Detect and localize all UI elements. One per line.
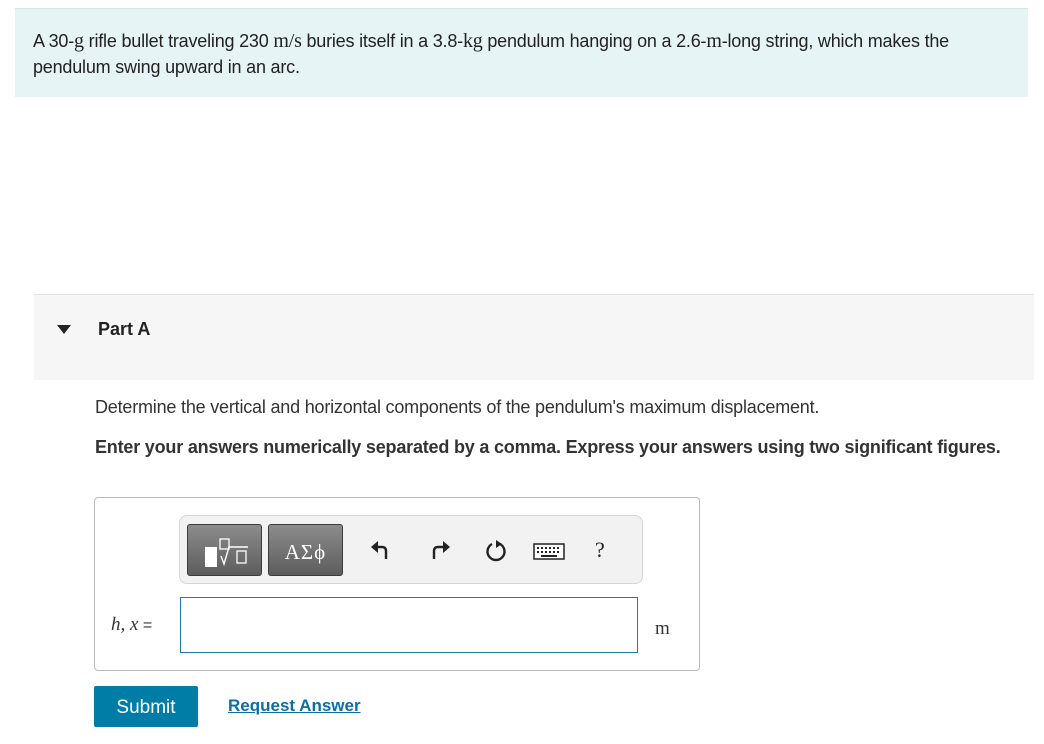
answer-variable-label: h, x =: [111, 614, 152, 636]
templates-icon: [205, 538, 248, 567]
keyboard-icon[interactable]: [532, 538, 566, 564]
question-text: Determine the vertical and horizontal co…: [95, 397, 820, 417]
problem-text-3: buries itself in a 3.8-: [301, 31, 463, 51]
answer-unit: m: [655, 618, 670, 639]
answer-instructions: Enter your answers numerically separated…: [95, 437, 1001, 457]
part-a-header[interactable]: Part A: [34, 294, 1034, 380]
undo-icon[interactable]: [368, 538, 394, 564]
request-answer-link[interactable]: Request Answer: [228, 696, 361, 716]
variable-names: h, x: [111, 614, 139, 635]
problem-text-1: A 30-: [33, 31, 75, 51]
problem-text-4: pendulum hanging on a 2.6-: [482, 31, 707, 51]
greek-symbols-button[interactable]: ΑΣϕ: [268, 524, 343, 576]
problem-statement: A 30-g rifle bullet traveling 230 m/s bu…: [15, 8, 1028, 97]
templates-button[interactable]: [187, 524, 262, 576]
redo-icon[interactable]: [427, 538, 453, 564]
collapse-caret-icon[interactable]: [57, 325, 71, 334]
answer-panel: ΑΣϕ ? h, x = m: [94, 497, 700, 671]
problem-text-2: rifle bullet traveling 230: [83, 31, 274, 51]
answer-input[interactable]: [180, 597, 638, 653]
greek-symbols-label: ΑΣϕ: [284, 540, 327, 564]
equals-sign: =: [138, 617, 153, 634]
unit-kilograms: kg: [462, 30, 483, 52]
unit-grams: g: [74, 30, 84, 52]
reset-icon[interactable]: [483, 538, 509, 564]
part-title: Part A: [98, 319, 151, 339]
help-icon[interactable]: ?: [595, 537, 605, 563]
unit-meters: m: [706, 30, 722, 52]
math-toolbar: ΑΣϕ ?: [179, 515, 643, 584]
unit-meters-per-second: m/s: [273, 30, 302, 52]
submit-button[interactable]: Submit: [94, 686, 198, 727]
